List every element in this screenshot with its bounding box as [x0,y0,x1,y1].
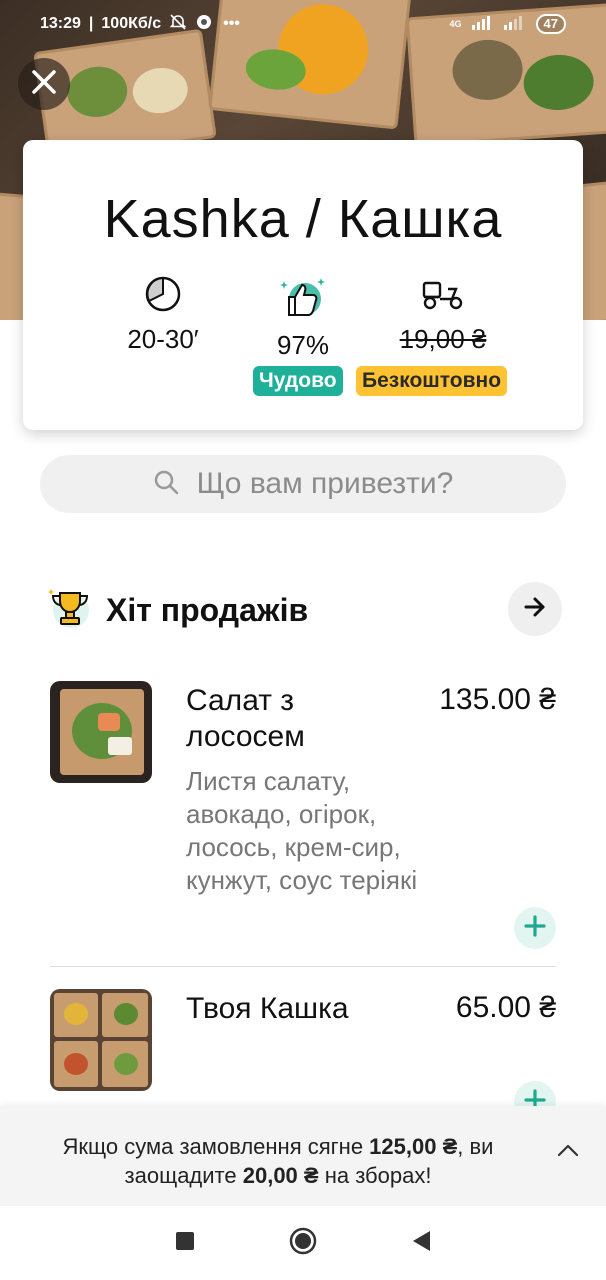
chevron-up-icon[interactable] [556,1142,580,1163]
savings-message: Якщо сума замовлення сягне 125,00 ₴, ви … [18,1132,538,1190]
savings-text-3: на зборах! [318,1163,432,1188]
trophy-icon [46,585,92,636]
signal-icon-2 [503,14,526,35]
back-button[interactable] [410,1229,432,1258]
clock-icon [144,276,182,317]
rating-stat: 97% [228,275,378,361]
rating-value: 97% [276,330,330,360]
section-title: Хіт продажів [106,591,309,628]
item-name: Салат з лососем [186,684,305,753]
restaurant-name: Kashka / Кашка [103,189,503,249]
delivery-time-stat: 20-30′ [88,275,238,355]
scooter-icon [420,281,466,317]
item-price: 135.00 ₴ [439,683,556,716]
savings-amount: 20,00 ₴ [242,1163,319,1188]
item-divider [50,966,556,967]
arrow-right-icon [523,595,547,624]
status-bar: 13:29 | 100Кб/с ••• 4G 47 [0,0,606,48]
bestsellers-section-header: Хіт продажів [46,582,566,638]
search-bar[interactable]: Що вам привезти? [40,455,566,513]
item-price: 65.00 ₴ [455,991,556,1024]
restaurant-info-card: Kashka / Кашка 20-30′ 97% 19,00 ₴ Чудово… [23,140,583,430]
delivery-time-value: 20-30′ [127,324,199,354]
free-delivery-badge: Безкоштовно [356,366,508,396]
signal-icon [471,14,494,35]
status-divider: | [88,15,94,32]
app-notification-icon [195,13,215,36]
search-placeholder: Що вам привезти? [196,467,454,500]
status-time: 13:29 [40,15,81,32]
delivery-fee-value: 19,00 ₴ [399,324,487,354]
item-image [50,681,152,783]
battery-indicator: 47 [535,14,566,34]
add-to-cart-button[interactable] [514,907,556,949]
search-icon [153,469,179,500]
savings-banner[interactable]: Якщо сума замовлення сягне 125,00 ₴, ви … [0,1106,606,1206]
delivery-fee-stat: 19,00 ₴ [368,275,518,355]
recents-button[interactable] [174,1230,196,1257]
item-image [50,989,152,1091]
item-name: Твоя Кашка [186,992,349,1025]
more-notifications-icon: ••• [223,15,240,32]
close-button[interactable] [18,58,70,110]
mute-icon [169,13,187,36]
home-button[interactable] [288,1226,318,1261]
menu-item[interactable]: Салат з лососем 135.00 ₴ Листя салату, а… [50,681,556,951]
see-all-button[interactable] [508,582,562,636]
plus-icon [524,914,546,942]
network-type-label: 4G [449,19,462,29]
menu-item[interactable]: Твоя Кашка 65.00 ₴ [50,989,556,1123]
rating-badge: Чудово [253,366,343,396]
item-description: Листя салату, авокадо, огірок, лосось, к… [186,766,418,895]
status-network-speed: 100Кб/с [101,15,162,32]
thumbs-up-icon [279,278,327,323]
savings-threshold: 125,00 ₴ [369,1134,458,1159]
system-navigation-bar [0,1206,606,1280]
savings-text-1: Якщо сума замовлення сягне [62,1134,370,1159]
close-icon [31,69,57,100]
